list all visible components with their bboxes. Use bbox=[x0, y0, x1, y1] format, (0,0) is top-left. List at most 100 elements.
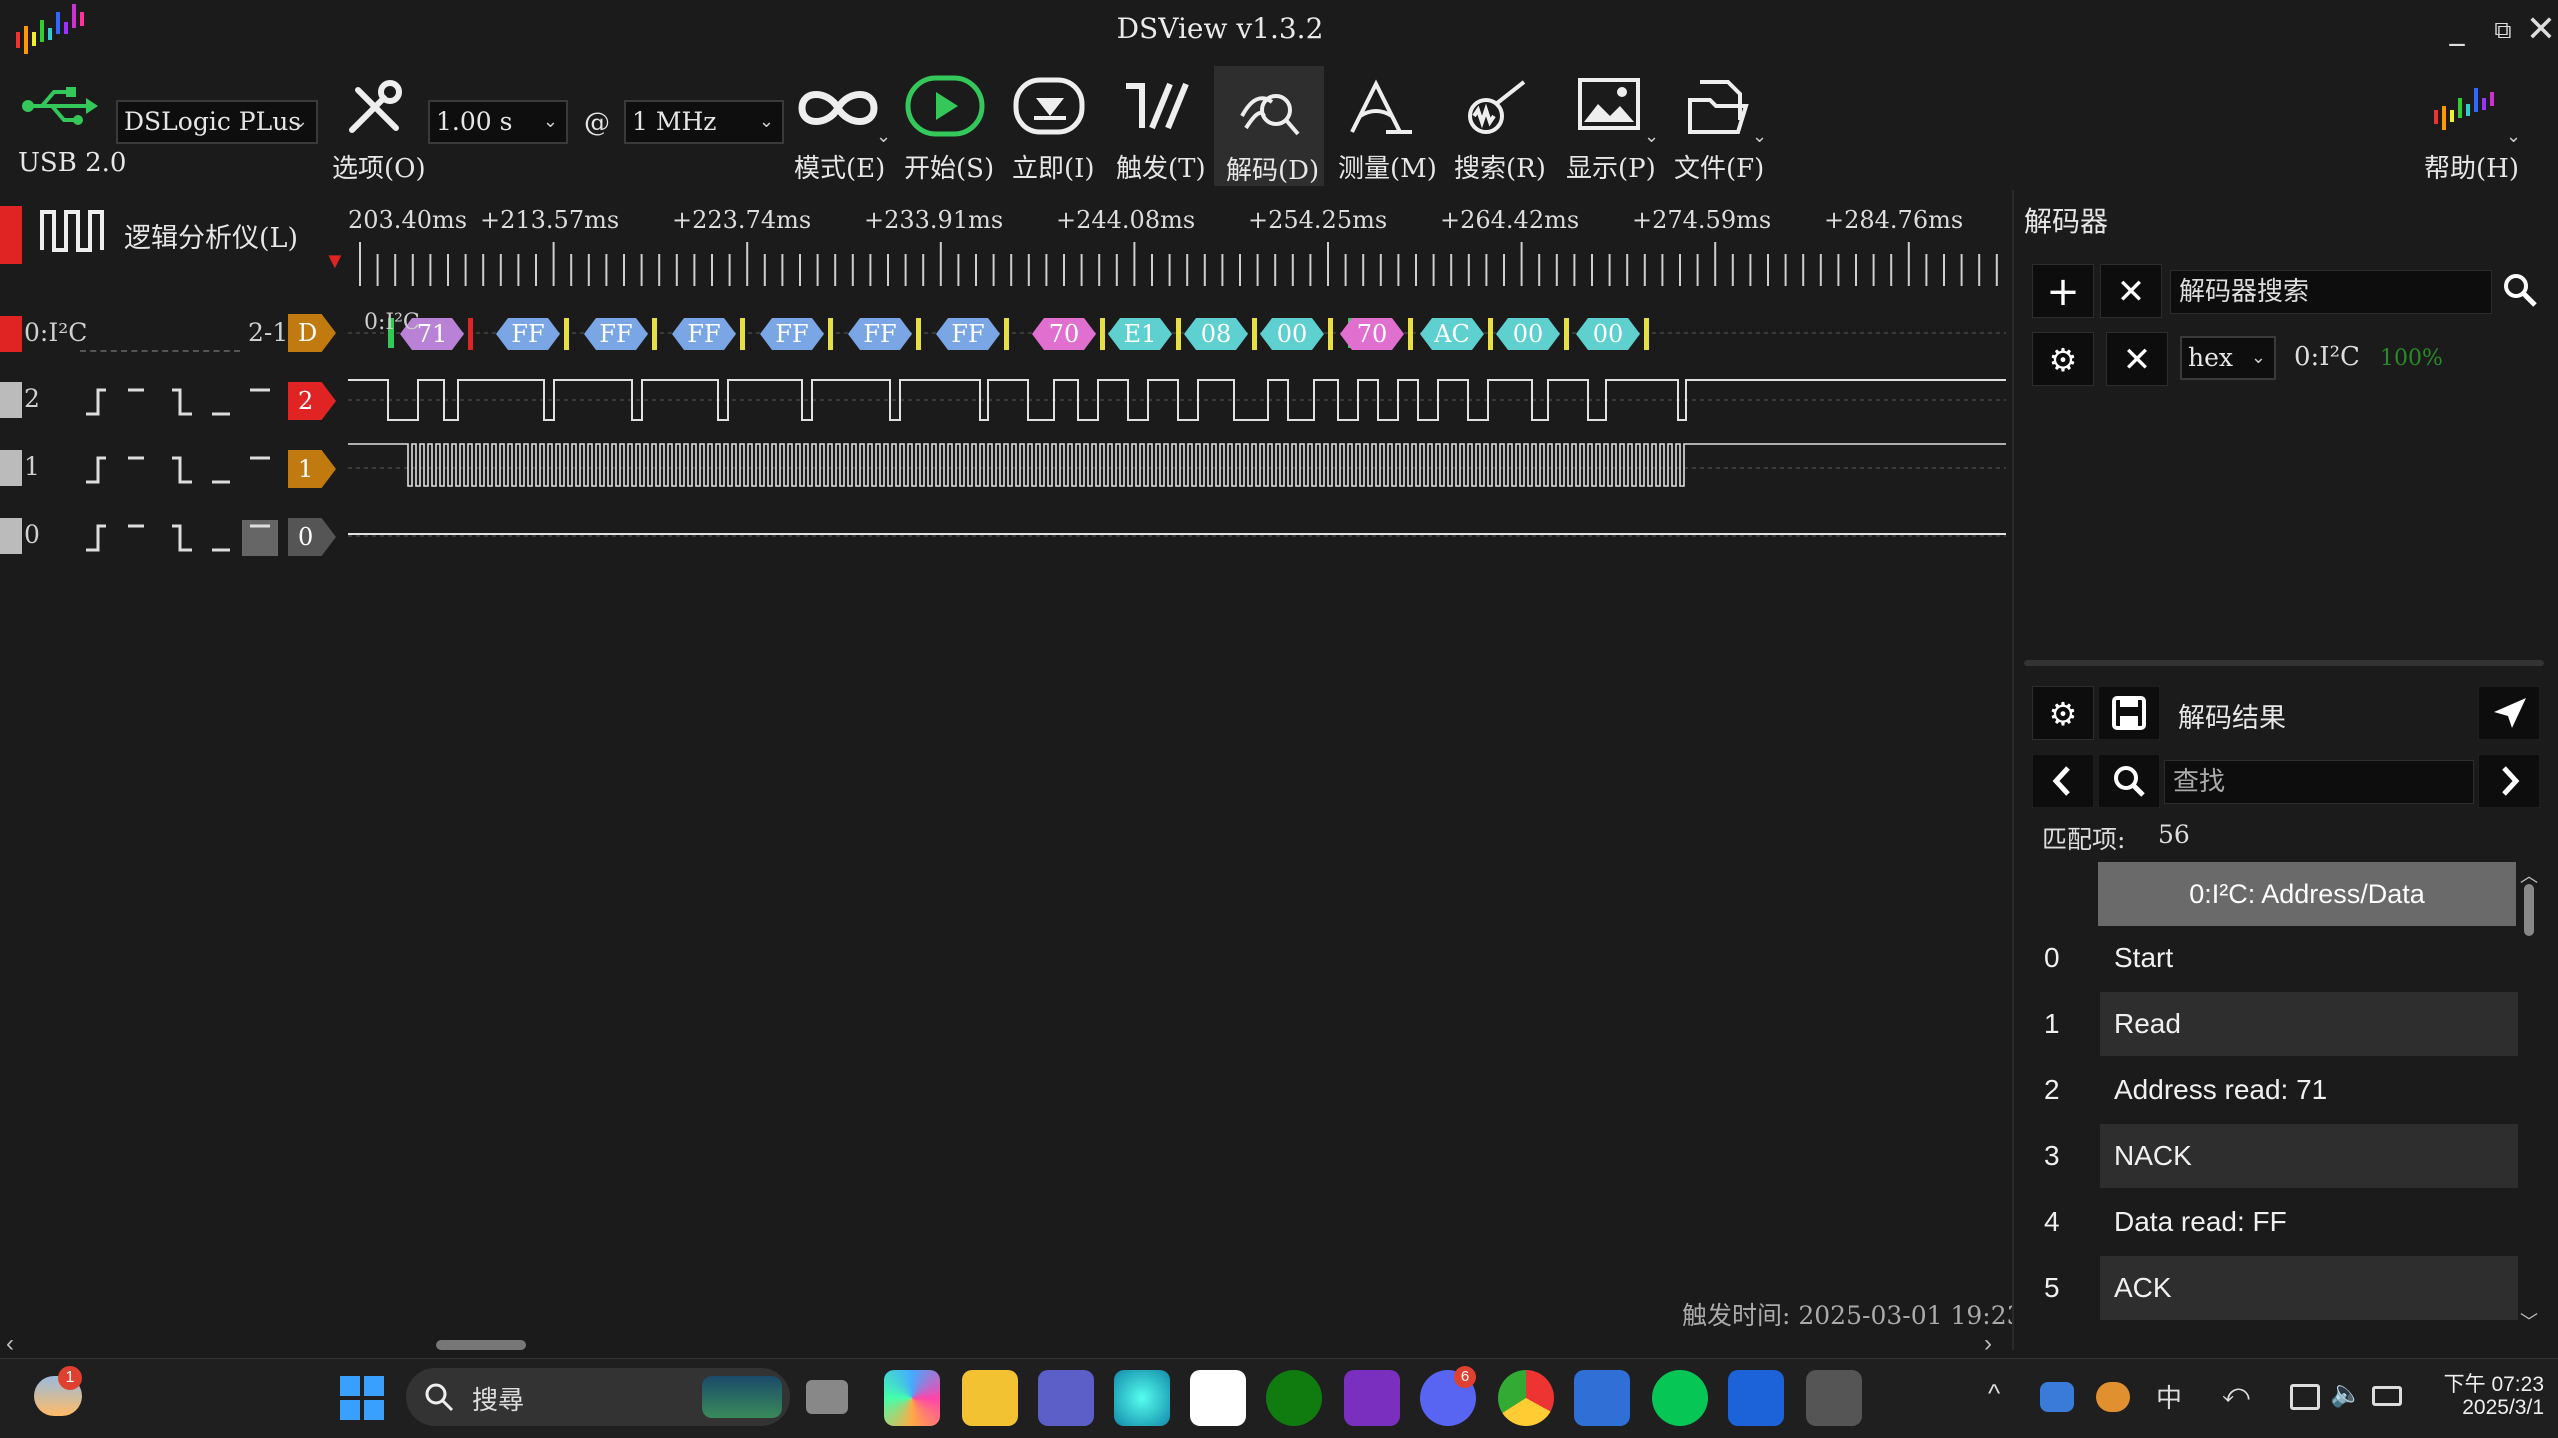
ime-mode-icon[interactable]: ⤺ bbox=[2222, 1378, 2250, 1410]
line-icon[interactable] bbox=[1652, 1370, 1708, 1426]
remove-decoder-button[interactable]: ✕ bbox=[2106, 332, 2168, 386]
trigger-label[interactable]: 触发(T) bbox=[1116, 148, 1206, 185]
search-icon[interactable] bbox=[2502, 272, 2538, 308]
taskbar-time[interactable]: 下午 07:23 bbox=[2424, 1368, 2544, 1398]
ch1-tag[interactable]: 1 bbox=[288, 450, 336, 488]
panel-splitter[interactable] bbox=[2024, 660, 2544, 666]
infinity-icon[interactable] bbox=[792, 80, 884, 136]
network-icon[interactable] bbox=[2290, 1384, 2320, 1410]
ruler-tick-label: +233.91ms bbox=[864, 206, 1003, 234]
decoded-byte-label: E1 bbox=[1124, 320, 1157, 348]
ch0-trigger-selector[interactable] bbox=[84, 520, 280, 556]
ime-indicator[interactable]: 中 bbox=[2156, 1378, 2182, 1415]
play-icon[interactable] bbox=[904, 74, 988, 140]
options-label[interactable]: 选项(O) bbox=[332, 148, 426, 185]
find-input[interactable]: 查找 bbox=[2164, 760, 2474, 804]
start-label[interactable]: 开始(S) bbox=[904, 148, 994, 185]
find-icon[interactable] bbox=[2098, 754, 2160, 808]
file-explorer-icon[interactable] bbox=[962, 1370, 1018, 1426]
device-select[interactable]: DSLogic PLus ⌄ bbox=[116, 100, 318, 144]
edge-icon[interactable] bbox=[1114, 1370, 1170, 1426]
decode-label[interactable]: 解码(D) bbox=[1226, 150, 1319, 187]
ch2-tag[interactable]: 2 bbox=[288, 382, 336, 420]
horizontal-scrollbar-thumb[interactable] bbox=[436, 1340, 526, 1350]
prev-match-icon[interactable] bbox=[2032, 754, 2094, 808]
clear-decoder-button[interactable]: ✕ bbox=[2100, 264, 2162, 318]
windows-start-icon[interactable] bbox=[340, 1376, 384, 1420]
minimize-button[interactable]: _ bbox=[2432, 8, 2482, 52]
search-wave-icon[interactable] bbox=[1460, 76, 1532, 140]
search-label[interactable]: 搜索(R) bbox=[1454, 148, 1546, 185]
chrome-icon[interactable] bbox=[1498, 1370, 1554, 1426]
teams-icon[interactable] bbox=[1038, 1370, 1094, 1426]
scroll-down-icon[interactable]: ﹀ bbox=[2520, 1308, 2538, 1334]
decoder-settings-button[interactable]: ⚙ bbox=[2032, 332, 2094, 386]
results-row[interactable]: 1 Read bbox=[2030, 992, 2518, 1056]
decoder-search-placeholder: 解码器搜索 bbox=[2179, 277, 2310, 307]
taskbar-date[interactable]: 2025/3/1 bbox=[2424, 1396, 2544, 1420]
task-view-icon[interactable] bbox=[806, 1380, 848, 1414]
analyzer-label[interactable]: 逻辑分析仪(L) bbox=[124, 216, 298, 255]
settings-taskbar-icon[interactable] bbox=[1806, 1370, 1862, 1426]
results-row[interactable]: 5 ACK bbox=[2030, 1256, 2518, 1320]
results-row[interactable]: 2 Address read: 71 bbox=[2030, 1058, 2510, 1122]
ack-marker bbox=[1100, 318, 1105, 350]
results-settings-button[interactable]: ⚙ bbox=[2032, 686, 2094, 740]
taskbar-search-box[interactable]: 搜尋 bbox=[406, 1368, 790, 1426]
tools-icon[interactable] bbox=[340, 76, 410, 140]
tray-app-icon[interactable] bbox=[2096, 1382, 2130, 1412]
app-icon[interactable] bbox=[1344, 1370, 1400, 1426]
ack-marker bbox=[1564, 318, 1569, 350]
ch1-trigger-selector[interactable] bbox=[84, 452, 280, 488]
decoded-byte-label: 00 bbox=[1593, 320, 1624, 348]
store-icon[interactable] bbox=[1190, 1370, 1246, 1426]
xbox-icon[interactable] bbox=[1266, 1370, 1322, 1426]
display-icon[interactable] bbox=[1576, 76, 1644, 138]
decoder-search-input[interactable]: 解码器搜索 bbox=[2170, 270, 2492, 314]
time-ruler[interactable]: 203.40ms +213.57ms +223.74ms +233.91ms +244.… bbox=[348, 206, 2008, 286]
decoder-tag[interactable]: D bbox=[288, 314, 336, 352]
ack-marker bbox=[1004, 318, 1009, 350]
measure-label[interactable]: 测量(M) bbox=[1338, 148, 1437, 185]
next-match-icon[interactable] bbox=[2478, 754, 2540, 808]
navigate-icon[interactable] bbox=[2478, 686, 2540, 740]
format-select[interactable]: hex ⌄ bbox=[2180, 336, 2276, 380]
decode-icon[interactable] bbox=[1236, 76, 1308, 140]
ch0-tag[interactable]: 0 bbox=[288, 518, 336, 556]
copilot-icon[interactable] bbox=[884, 1370, 940, 1426]
battery-icon[interactable] bbox=[2372, 1386, 2402, 1406]
onedrive-icon[interactable] bbox=[2040, 1382, 2074, 1412]
logic-wave-icon bbox=[40, 210, 104, 252]
close-button[interactable]: ✕ bbox=[2516, 8, 2558, 52]
ch2-color-marker bbox=[0, 382, 22, 418]
ch2-name: 2 bbox=[24, 384, 40, 413]
scroll-left-icon[interactable]: ‹ bbox=[6, 1330, 14, 1358]
results-row[interactable]: 0 Start bbox=[2030, 926, 2510, 990]
display-label[interactable]: 显示(P) bbox=[1566, 148, 1656, 185]
help-logo-icon[interactable] bbox=[2430, 80, 2510, 136]
trigger-icon[interactable] bbox=[1122, 76, 1192, 138]
instant-label[interactable]: 立即(I) bbox=[1012, 148, 1095, 185]
results-column-header[interactable]: 0:I²C: Address/Data bbox=[2098, 862, 2516, 926]
duration-select[interactable]: 1.00 s ⌄ bbox=[428, 100, 568, 144]
results-row[interactable]: 4 Data read: FF bbox=[2030, 1190, 2510, 1254]
waveform-area[interactable]: 71 FF FF FF FF FF FF 70 E1 08 00 70 AC 00 00 0:I²C bbox=[348, 300, 2006, 570]
file-icon[interactable] bbox=[1686, 76, 1752, 138]
ide-icon[interactable] bbox=[1574, 1370, 1630, 1426]
ch2-trigger-selector[interactable] bbox=[84, 384, 280, 420]
save-icon[interactable] bbox=[2098, 686, 2160, 740]
tray-chevron-icon[interactable]: ^ bbox=[1988, 1378, 2000, 1409]
instant-icon[interactable] bbox=[1012, 76, 1088, 138]
mode-label[interactable]: 模式(E) bbox=[794, 148, 885, 185]
samplerate-select[interactable]: 1 MHz ⌄ bbox=[624, 100, 784, 144]
add-decoder-button[interactable]: + bbox=[2032, 264, 2094, 318]
file-label[interactable]: 文件(F) bbox=[1674, 148, 1764, 185]
results-row[interactable]: 3 NACK bbox=[2030, 1124, 2518, 1188]
volume-icon[interactable]: 🔈 bbox=[2330, 1378, 2362, 1409]
scroll-right-icon[interactable]: › bbox=[1984, 1330, 1992, 1358]
dsview-taskbar-icon[interactable] bbox=[1728, 1370, 1784, 1426]
weather-badge: 1 bbox=[58, 1366, 82, 1390]
measure-icon[interactable] bbox=[1346, 76, 1418, 140]
results-scrollbar-thumb[interactable] bbox=[2524, 884, 2534, 936]
help-label[interactable]: 帮助(H) bbox=[2424, 148, 2519, 185]
